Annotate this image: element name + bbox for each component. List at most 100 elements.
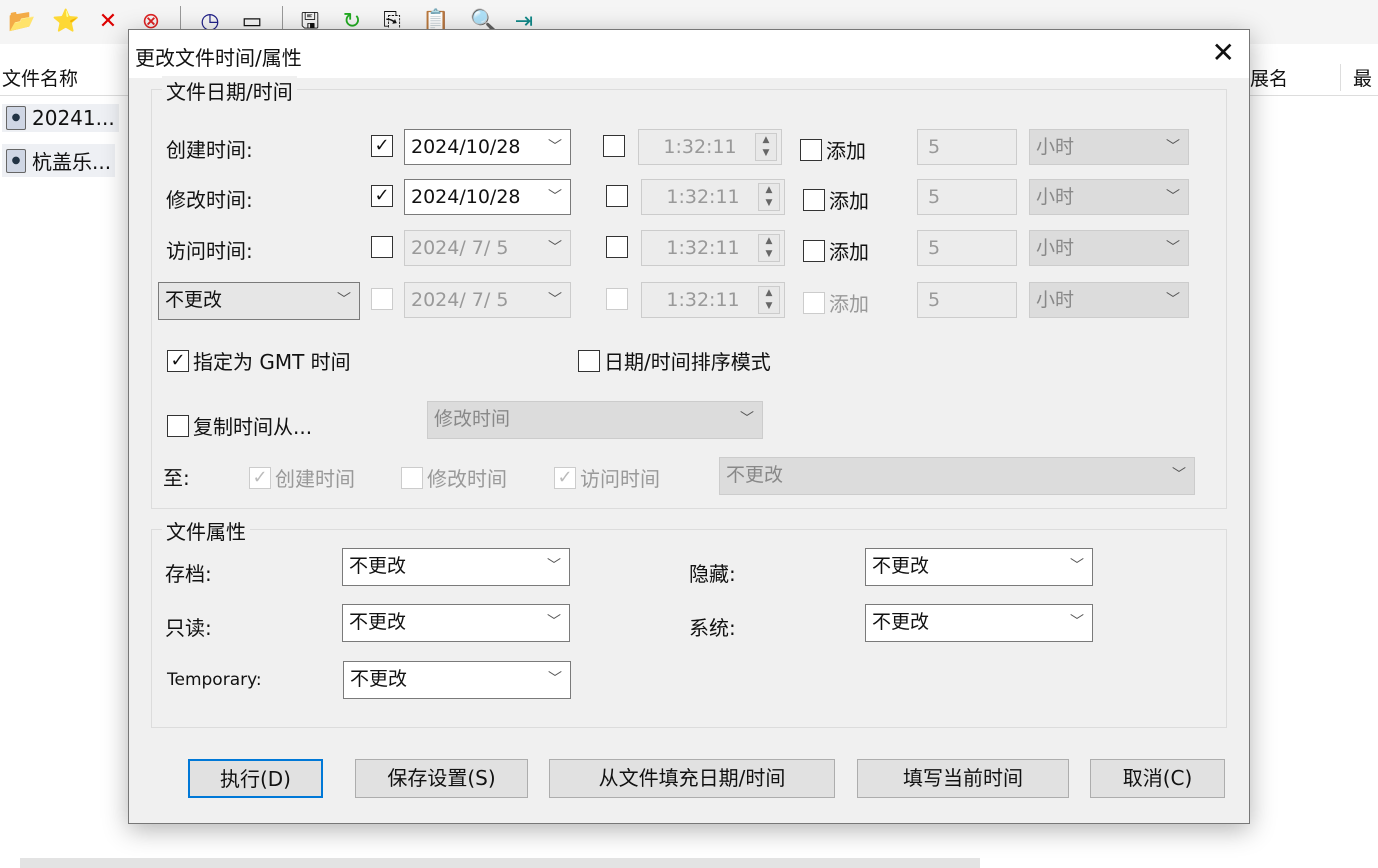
select-value: 小时 [1036,289,1075,311]
gmt-checkbox[interactable]: ✓ 指定为 GMT 时间 [167,346,351,375]
system-select[interactable]: 不更改 ﹀ [865,604,1093,642]
to-modify-checkbox[interactable]: 修改时间 [401,463,507,492]
open-folder-icon[interactable]: 📂 [8,8,36,36]
close-icon[interactable]: ✕ [1212,36,1235,69]
other-add-amount[interactable]: 5 [917,282,1017,318]
other-time-field[interactable]: 1:32:11 ▲ ▼ [641,282,785,318]
other-add-unit-select[interactable]: 小时 ﹀ [1029,282,1189,318]
fill-current-time-button[interactable]: 填写当前时间 [857,759,1069,798]
chevron-down-icon: ﹀ [1070,614,1084,630]
sort-mode-label: 日期/时间排序模式 [604,350,771,374]
other-date-picker[interactable]: 2024/ 7/ 5 ﹀ [404,282,571,318]
column-ext[interactable]: 展名 [1250,64,1288,91]
file-name: 杭盖乐... [32,150,112,174]
chevron-down-icon: ﹀ [547,558,561,574]
dialog-title: 更改文件时间/属性 [135,46,302,70]
modify-time-label: 修改时间: [166,188,253,212]
modify-add-checkbox[interactable]: 添加 [803,185,869,214]
access-add-checkbox[interactable]: 添加 [803,236,869,265]
column-last[interactable]: 最 [1340,64,1372,91]
temporary-select[interactable]: 不更改 ﹀ [343,661,571,699]
spinner-icon[interactable]: ▲ ▼ [758,286,780,314]
select-value: 不更改 [350,668,408,690]
save-settings-button[interactable]: 保存设置(S) [355,759,528,798]
checkbox[interactable] [800,138,822,161]
create-add-checkbox[interactable]: 添加 [800,135,866,164]
system-label: 系统: [689,616,736,640]
access-date-checkbox[interactable] [371,236,393,258]
horizontal-scrollbar[interactable] [20,858,980,868]
add-label: 添加 [829,189,869,213]
sort-mode-checkbox[interactable]: 日期/时间排序模式 [578,346,771,375]
create-add-amount[interactable]: 5 [917,129,1017,165]
file-name: 20241... [32,106,115,130]
time-value: 1:32:11 [666,237,740,259]
checkbox[interactable]: ✓ [167,349,189,372]
fill-from-file-button[interactable]: 从文件填充日期/时间 [549,759,835,798]
create-time-checkbox[interactable] [603,135,625,157]
checkbox[interactable]: ✓ [249,466,271,489]
create-add-unit-select[interactable]: 小时 ﹀ [1029,129,1189,165]
checkbox[interactable] [401,466,423,489]
amount-value: 5 [928,186,941,208]
other-date-checkbox[interactable] [371,288,393,310]
modify-time-checkbox[interactable] [606,185,628,207]
to-select[interactable]: 不更改 ﹀ [719,457,1195,495]
checkbox[interactable] [578,349,600,372]
copy-from-checkbox[interactable]: 复制时间从... [167,411,312,440]
create-date-picker[interactable]: 2024/10/28 ﹀ [404,129,571,165]
time-value: 1:32:11 [666,186,740,208]
readonly-label: 只读: [165,616,212,640]
list-item[interactable]: ● 杭盖乐... [2,144,116,177]
access-date-picker[interactable]: 2024/ 7/ 5 ﹀ [404,230,571,266]
favorite-folder-icon[interactable]: ⭐ [52,8,80,36]
to-access-checkbox[interactable]: ✓ 访问时间 [554,463,660,492]
readonly-select[interactable]: 不更改 ﹀ [342,604,570,642]
chevron-down-icon: ﹀ [1172,467,1186,483]
copy-source-select[interactable]: 修改时间 ﹀ [427,401,763,439]
access-add-amount[interactable]: 5 [917,230,1017,266]
list-item[interactable]: ● 20241... [2,104,119,132]
create-date-checkbox[interactable]: ✓ [371,135,393,157]
checkbox[interactable] [803,188,825,211]
checkbox[interactable] [803,239,825,262]
modify-date-picker[interactable]: 2024/10/28 ﹀ [404,179,571,215]
to-create-checkbox[interactable]: ✓ 创建时间 [249,463,355,492]
date-value: 2024/ 7/ 5 [411,289,509,311]
other-time-checkbox[interactable] [606,288,628,310]
access-add-unit-select[interactable]: 小时 ﹀ [1029,230,1189,266]
other-add-checkbox[interactable]: 添加 [803,288,869,317]
checkbox[interactable] [803,291,825,314]
cancel-button[interactable]: 取消(C) [1090,759,1225,798]
column-name[interactable]: 文件名称 [2,64,78,91]
spinner-icon[interactable]: ▲ ▼ [755,133,777,161]
modify-time-field[interactable]: 1:32:11 ▲ ▼ [641,179,785,215]
to-modify-label: 修改时间 [427,467,507,491]
date-value: 2024/ 7/ 5 [411,237,509,259]
date-value: 2024/10/28 [411,136,521,158]
checkbox[interactable] [167,414,189,437]
chevron-down-icon: ﹀ [548,671,562,687]
chevron-down-icon: ﹀ [548,240,562,256]
spinner-icon[interactable]: ▲ ▼ [758,183,780,211]
checkbox[interactable]: ✓ [554,466,576,489]
chevron-down-icon: ﹀ [548,189,562,205]
hidden-select[interactable]: 不更改 ﹀ [865,548,1093,586]
add-label: 添加 [829,240,869,264]
modify-add-unit-select[interactable]: 小时 ﹀ [1029,179,1189,215]
archive-select[interactable]: 不更改 ﹀ [342,548,570,586]
delete-icon[interactable]: ✕ [94,8,122,36]
select-value: 小时 [1036,237,1075,259]
modify-add-amount[interactable]: 5 [917,179,1017,215]
spinner-icon[interactable]: ▲ ▼ [758,234,780,262]
to-access-label: 访问时间 [580,467,660,491]
modify-date-checkbox[interactable]: ✓ [371,185,393,207]
access-time-checkbox[interactable] [606,236,628,258]
execute-button[interactable]: 执行(D) [188,759,323,798]
temporary-label: Temporary: [167,670,262,690]
add-label: 添加 [829,292,869,316]
copy-from-label: 复制时间从... [193,415,313,439]
access-time-field[interactable]: 1:32:11 ▲ ▼ [641,230,785,266]
time-type-select[interactable]: 不更改 ﹀ [158,282,360,320]
create-time-field[interactable]: 1:32:11 ▲ ▼ [638,129,782,165]
